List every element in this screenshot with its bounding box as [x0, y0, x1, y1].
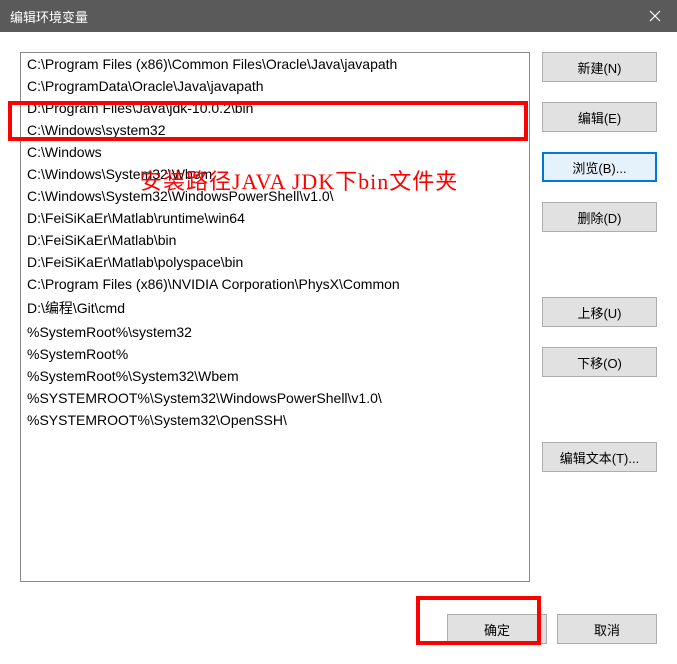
list-item[interactable]: D:\FeiSiKaEr\Matlab\bin	[21, 229, 529, 251]
close-button[interactable]	[632, 0, 677, 32]
list-item[interactable]: D:\FeiSiKaEr\Matlab\runtime\win64	[21, 207, 529, 229]
list-item[interactable]: C:\Program Files (x86)\NVIDIA Corporatio…	[21, 273, 529, 295]
footer-buttons: 确定 取消	[447, 614, 657, 644]
list-item[interactable]: %SystemRoot%	[21, 343, 529, 365]
moveup-button[interactable]: 上移(U)	[542, 297, 657, 327]
list-item[interactable]: C:\Program Files (x86)\Common Files\Orac…	[21, 53, 529, 75]
edittext-button[interactable]: 编辑文本(T)...	[542, 442, 657, 472]
list-item[interactable]: %SYSTEMROOT%\System32\WindowsPowerShell\…	[21, 387, 529, 409]
list-item[interactable]: C:\Windows\System32\Wbem	[21, 163, 529, 185]
movedown-button[interactable]: 下移(O)	[542, 347, 657, 377]
dialog-body: C:\Program Files (x86)\Common Files\Orac…	[0, 32, 677, 664]
ok-button[interactable]: 确定	[447, 614, 547, 644]
list-item[interactable]: D:\编程\Git\cmd	[21, 295, 529, 321]
cancel-button[interactable]: 取消	[557, 614, 657, 644]
edit-button[interactable]: 编辑(E)	[542, 102, 657, 132]
titlebar: 编辑环境变量	[0, 0, 677, 32]
list-item[interactable]: C:\Windows\system32	[21, 119, 529, 141]
list-item[interactable]: %SystemRoot%\System32\Wbem	[21, 365, 529, 387]
delete-button[interactable]: 删除(D)	[542, 202, 657, 232]
list-item[interactable]: %SYSTEMROOT%\System32\OpenSSH\	[21, 409, 529, 431]
path-list[interactable]: C:\Program Files (x86)\Common Files\Orac…	[20, 52, 530, 582]
buttons-column: 新建(N) 编辑(E) 浏览(B)... 删除(D) 上移(U) 下移(O) 编…	[542, 52, 657, 644]
list-item[interactable]: C:\Windows	[21, 141, 529, 163]
list-item[interactable]: C:\ProgramData\Oracle\Java\javapath	[21, 75, 529, 97]
list-item[interactable]: C:\Windows\System32\WindowsPowerShell\v1…	[21, 185, 529, 207]
list-item[interactable]: %SystemRoot%\system32	[21, 321, 529, 343]
browse-button[interactable]: 浏览(B)...	[542, 152, 657, 182]
close-icon	[649, 10, 661, 22]
window-title: 编辑环境变量	[10, 7, 88, 26]
new-button[interactable]: 新建(N)	[542, 52, 657, 82]
list-item[interactable]: D:\Program Files\Java\jdk-10.0.2\bin	[21, 97, 529, 119]
list-item[interactable]: D:\FeiSiKaEr\Matlab\polyspace\bin	[21, 251, 529, 273]
